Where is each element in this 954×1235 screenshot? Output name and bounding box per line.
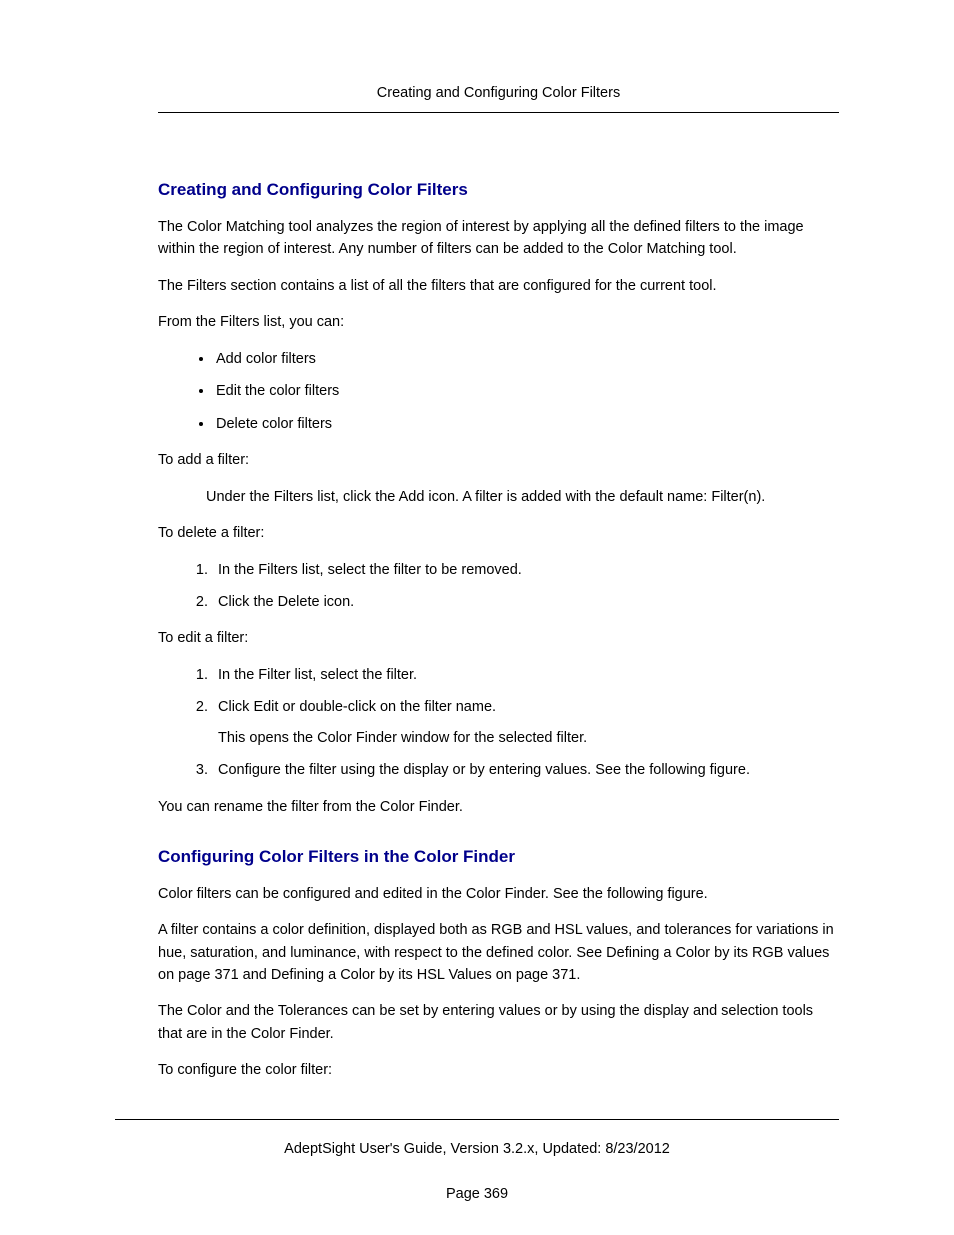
list-item: Delete color filters [214,413,839,435]
list-item: In the Filter list, select the filter. [212,664,839,686]
step-text: Click Edit or double-click on the filter… [218,699,496,715]
body-paragraph: The Color and the Tolerances can be set … [158,1000,839,1045]
body-paragraph: To configure the color filter: [158,1059,839,1081]
heading-configuring-color-filters-finder: Configuring Color Filters in the Color F… [158,844,839,870]
footer-rule [115,1119,839,1120]
page-container: Creating and Configuring Color Filters C… [0,0,954,1235]
filters-actions-list: Add color filters Edit the color filters… [158,348,839,435]
list-item: In the Filters list, select the filter t… [212,559,839,581]
body-paragraph: You can rename the filter from the Color… [158,796,839,818]
list-item: Click the Delete icon. [212,591,839,613]
procedure-intro-add: To add a filter: [158,449,839,471]
page-footer: AdeptSight User's Guide, Version 3.2.x, … [115,1119,839,1205]
body-paragraph: From the Filters list, you can: [158,311,839,333]
body-paragraph: The Color Matching tool analyzes the reg… [158,216,839,261]
list-item: Click Edit or double-click on the filter… [212,696,839,749]
list-item: Configure the filter using the display o… [212,759,839,781]
footer-page-number: Page 369 [115,1183,839,1205]
list-item: Edit the color filters [214,380,839,402]
footer-doc-info: AdeptSight User's Guide, Version 3.2.x, … [115,1138,839,1160]
step-subtext: This opens the Color Finder window for t… [218,727,839,749]
body-paragraph: The Filters section contains a list of a… [158,275,839,297]
list-item: Add color filters [214,348,839,370]
heading-creating-configuring-color-filters: Creating and Configuring Color Filters [158,177,839,203]
delete-steps: In the Filters list, select the filter t… [158,559,839,614]
running-header: Creating and Configuring Color Filters [158,82,839,104]
body-paragraph: A filter contains a color definition, di… [158,919,839,986]
body-paragraph: Color filters can be configured and edit… [158,883,839,905]
procedure-intro-edit: To edit a filter: [158,627,839,649]
header-rule [158,112,839,113]
edit-steps: In the Filter list, select the filter. C… [158,664,839,782]
procedure-step: Under the Filters list, click the Add ic… [206,486,839,508]
procedure-intro-delete: To delete a filter: [158,522,839,544]
